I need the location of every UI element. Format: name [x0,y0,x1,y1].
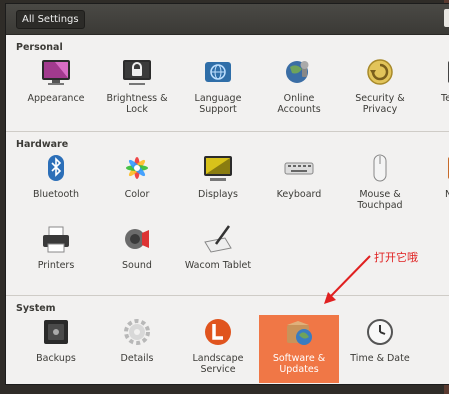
section-system: System Backups Details Landscape Service [6,295,449,384]
section-title: System [16,303,56,314]
titlebar: All Settings [6,4,449,35]
item-details[interactable]: Details [97,315,177,383]
online-accounts-icon [286,61,309,83]
item-online-accounts[interactable]: Online Accounts [259,55,339,123]
item-software-updates[interactable]: Software & Updates [259,315,339,383]
search-field-edge[interactable] [444,9,449,27]
security-privacy-icon [367,59,393,85]
item-network-partial[interactable]: N [421,151,449,219]
item-label: Sound [122,260,152,271]
section-title: Personal [16,42,63,53]
item-label: Wacom Tablet [184,260,252,271]
item-time-date[interactable]: Time & Date [340,315,420,383]
clock-icon [367,319,393,345]
item-label: Online Accounts [277,93,321,115]
mouse-icon [373,154,387,182]
section-title: Hardware [16,139,69,150]
item-landscape-service[interactable]: Landscape Service [178,315,258,383]
item-color[interactable]: Color [97,151,177,219]
item-backups[interactable]: Backups [16,315,96,383]
section-hardware: Hardware Bluetooth Color Displays Keyboa… [6,131,449,295]
item-label: Software & Updates [272,353,326,375]
item-mouse-touchpad[interactable]: Mouse & Touchpad [340,151,420,219]
all-settings-button[interactable]: All Settings [16,10,85,29]
lock-screen-icon [123,60,151,85]
backups-icon [44,320,68,344]
item-label: Brightness & Lock [106,93,168,115]
item-label: Backups [36,353,76,364]
item-text-entry-partial[interactable]: Te [421,55,449,123]
section-personal: Personal Appearance Brightness & Lock La… [6,35,449,131]
item-appearance[interactable]: Appearance [16,55,96,123]
item-keyboard[interactable]: Keyboard [259,151,339,219]
gear-icon [124,319,150,345]
item-sound[interactable]: Sound [97,222,177,290]
item-wacom-tablet[interactable]: Wacom Tablet [178,222,258,290]
displays-icon [204,156,232,181]
speaker-icon [125,229,149,249]
item-label: Mouse & Touchpad [357,189,403,211]
item-displays[interactable]: Displays [178,151,258,219]
item-printers[interactable]: Printers [16,222,96,290]
language-icon [205,62,231,82]
item-label: Language Support [194,93,242,115]
item-label: Te [441,93,449,104]
item-label: Keyboard [276,189,322,200]
keyboard-icon [284,162,314,175]
item-label: N [445,189,449,200]
software-updates-icon [287,321,312,345]
item-language-support[interactable]: Language Support [178,55,258,123]
item-label: Displays [198,189,238,200]
wacom-tablet-icon [204,225,232,253]
item-bluetooth[interactable]: Bluetooth [16,151,96,219]
annotation-text: 打开它哦 [374,251,418,264]
item-label: Color [124,189,150,200]
printer-icon [43,226,69,253]
settings-window: All Settings Personal Appearance Brightn… [5,3,449,385]
bluetooth-icon [48,155,64,181]
item-brightness-lock[interactable]: Brightness & Lock [97,55,177,123]
landscape-icon [205,319,231,345]
appearance-icon [42,60,70,85]
item-label: Details [120,353,154,364]
item-label: Landscape Service [192,353,244,375]
item-label: Printers [37,260,75,271]
color-icon [126,157,148,179]
item-label: Time & Date [350,353,410,364]
item-label: Appearance [27,93,85,104]
item-security-privacy[interactable]: Security & Privacy [340,55,420,123]
item-label: Bluetooth [32,189,80,200]
item-label: Security & Privacy [355,93,405,115]
